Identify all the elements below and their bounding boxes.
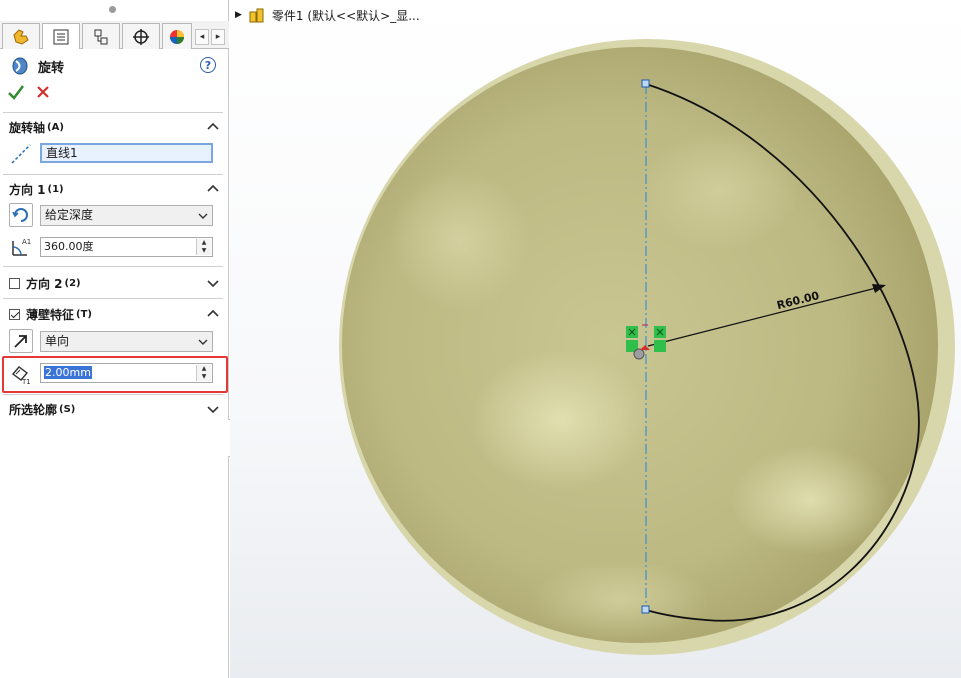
surface-highlight bbox=[730, 445, 890, 555]
divider bbox=[3, 394, 223, 395]
section-title: 方向 2 bbox=[26, 276, 63, 291]
help-icon[interactable]: ? bbox=[200, 57, 216, 73]
section-direction-2[interactable]: 方向 2 (2) bbox=[0, 272, 229, 294]
angle-input[interactable]: 360.00度 ▲ ▼ bbox=[40, 237, 213, 257]
section-shortcut: (A) bbox=[47, 121, 64, 133]
angle-spinner[interactable]: ▲ ▼ bbox=[196, 239, 211, 255]
sketch-endpoint-top[interactable] bbox=[641, 79, 650, 88]
display-manager-icon bbox=[170, 29, 184, 44]
axis-selection-field[interactable]: 直线1 bbox=[40, 143, 213, 163]
chevron-up-icon[interactable] bbox=[206, 307, 220, 321]
shell-inner-surface bbox=[342, 47, 938, 643]
graphics-viewport[interactable]: R60.00 bbox=[230, 0, 961, 678]
section-direction-1[interactable]: 方向 1 (1) bbox=[0, 178, 229, 200]
reverse-thickness-button[interactable] bbox=[9, 329, 33, 353]
surface-highlight bbox=[640, 130, 800, 250]
end-condition-value: 给定深度 bbox=[45, 208, 94, 222]
thin-type-dropdown[interactable]: 单向 bbox=[40, 331, 213, 352]
section-title: 薄壁特征 bbox=[26, 307, 75, 322]
tab-dimxpert-manager[interactable] bbox=[122, 23, 160, 49]
highlight-annotation-box bbox=[2, 356, 228, 393]
property-manager-icon bbox=[53, 29, 69, 44]
section-shortcut: (1) bbox=[47, 183, 64, 195]
thin-type-value: 单向 bbox=[45, 334, 70, 348]
manager-tab-bar: ◂ ▸ bbox=[0, 21, 229, 49]
ok-button[interactable] bbox=[7, 82, 25, 102]
feature-manager-icon bbox=[13, 28, 29, 45]
panel-splitter-handle[interactable] bbox=[109, 6, 116, 13]
close-icon bbox=[37, 86, 49, 98]
divider bbox=[3, 266, 223, 267]
feature-tree-header[interactable]: ▶ 零件1 (默认<<默认>_显... bbox=[235, 6, 420, 24]
section-title: 方向 1 bbox=[9, 182, 46, 197]
chevron-up-icon[interactable] bbox=[206, 182, 220, 196]
cancel-button[interactable] bbox=[34, 82, 52, 102]
tab-property-manager[interactable] bbox=[42, 23, 80, 49]
property-manager-panel: ◂ ▸ 旋转 ? 旋转轴 (A) 直线1 方向 1 (1) 给定深度 A1 36… bbox=[0, 0, 229, 678]
reverse-direction-button[interactable] bbox=[9, 203, 33, 227]
part-name-label: 零件1 (默认<<默认>_显... bbox=[271, 8, 420, 23]
direction-2-checkbox[interactable] bbox=[9, 277, 20, 289]
tab-configuration-manager[interactable] bbox=[82, 23, 120, 49]
divider bbox=[3, 298, 223, 299]
checkmark-icon bbox=[8, 85, 24, 100]
surface-highlight bbox=[530, 560, 710, 640]
section-selected-contours[interactable]: 所选轮廓 (S) bbox=[0, 398, 229, 420]
svg-text:A1: A1 bbox=[22, 238, 31, 246]
reverse-direction-icon bbox=[12, 208, 28, 222]
section-axis-of-revolution[interactable]: 旋转轴 (A) bbox=[0, 116, 229, 138]
expand-arrow-icon[interactable]: ▶ bbox=[235, 10, 242, 20]
thin-feature-checkbox[interactable] bbox=[9, 308, 20, 320]
section-shortcut: (2) bbox=[64, 277, 81, 289]
feature-title-label: 旋转 bbox=[38, 60, 65, 76]
tab-scroll-right-button[interactable]: ▸ bbox=[211, 29, 225, 45]
tab-scroll-left-button[interactable]: ◂ bbox=[195, 29, 209, 45]
surface-highlight bbox=[470, 350, 650, 490]
tab-display-manager[interactable] bbox=[162, 23, 192, 49]
chevron-down-icon bbox=[198, 213, 208, 219]
chevron-down-icon[interactable] bbox=[206, 276, 220, 290]
crosshair-icon bbox=[133, 28, 149, 45]
spin-up-icon[interactable]: ▲ bbox=[197, 239, 211, 247]
chevron-up-icon[interactable] bbox=[206, 120, 220, 134]
divider bbox=[3, 112, 223, 113]
axis-line-icon bbox=[9, 142, 33, 166]
diagonal-arrow-icon bbox=[14, 335, 27, 348]
end-condition-dropdown[interactable]: 给定深度 bbox=[40, 205, 213, 226]
configuration-manager-icon bbox=[94, 29, 108, 44]
angle-value: 360.00度 bbox=[44, 240, 94, 253]
surface-highlight bbox=[390, 170, 530, 310]
section-title: 所选轮廓 bbox=[9, 402, 58, 417]
chevron-down-icon bbox=[198, 339, 208, 345]
section-shortcut: (T) bbox=[76, 308, 92, 320]
part-icon bbox=[249, 8, 264, 23]
section-title: 旋转轴 bbox=[9, 120, 46, 135]
divider bbox=[3, 174, 223, 175]
section-shortcut: (S) bbox=[59, 403, 76, 415]
feature-title: 旋转 bbox=[10, 56, 64, 76]
revolve-icon bbox=[12, 57, 28, 75]
chevron-down-icon[interactable] bbox=[206, 402, 220, 416]
sketch-endpoint-bottom[interactable] bbox=[641, 605, 650, 614]
tab-feature-manager[interactable] bbox=[2, 23, 40, 49]
spin-down-icon[interactable]: ▼ bbox=[197, 247, 211, 255]
angle-icon: A1 bbox=[9, 235, 33, 259]
section-thin-feature[interactable]: 薄壁特征 (T) bbox=[0, 303, 229, 325]
